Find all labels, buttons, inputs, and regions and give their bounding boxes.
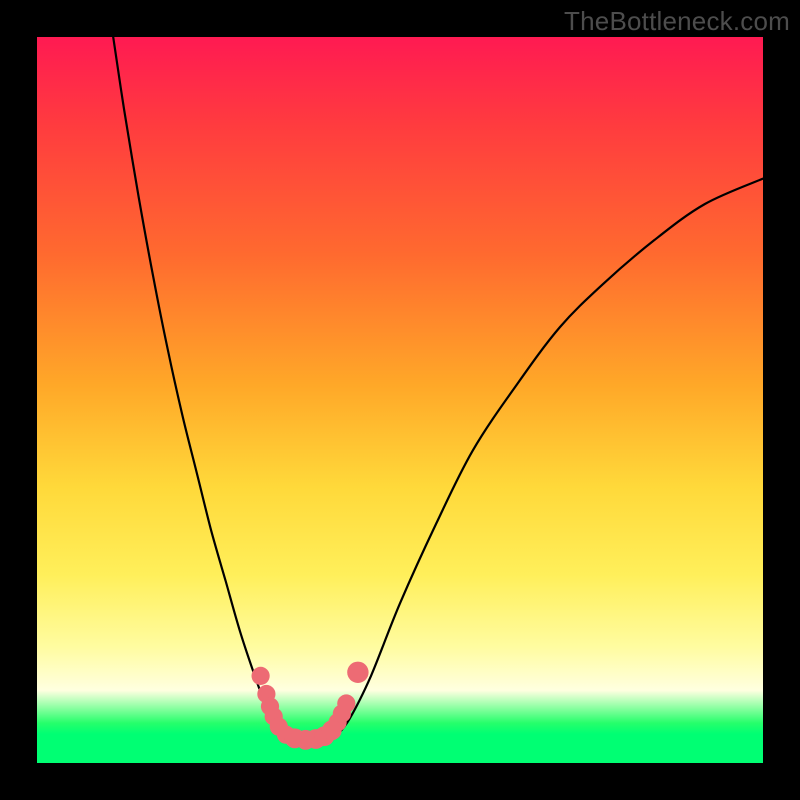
chart-plot-area: [37, 37, 763, 763]
marker-dot: [347, 662, 368, 683]
marker-dot: [337, 694, 355, 712]
marker-dot: [252, 667, 270, 685]
marker-group: [252, 662, 369, 750]
watermark-text: TheBottleneck.com: [564, 6, 790, 37]
curve-left-branch: [113, 37, 287, 738]
chart-svg: [37, 37, 763, 763]
chart-frame: TheBottleneck.com: [0, 0, 800, 800]
curve-right-branch: [335, 179, 763, 738]
